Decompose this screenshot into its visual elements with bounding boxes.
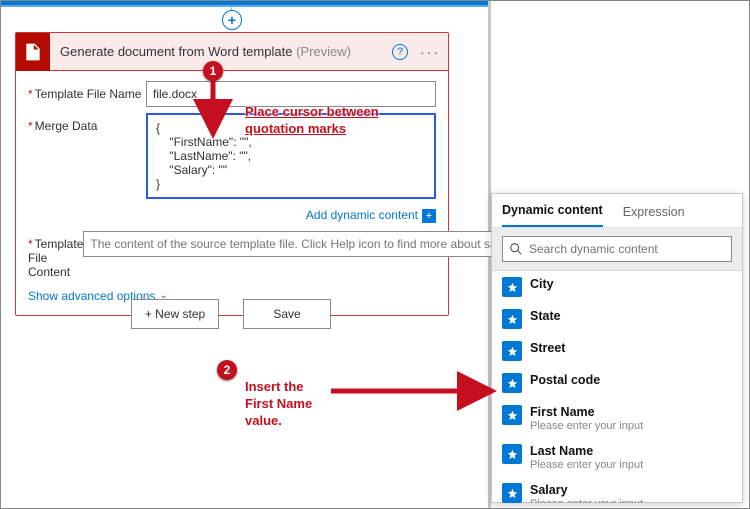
add-dynamic-content-link[interactable]: Add dynamic content [306, 208, 418, 222]
annotation-callout-2: Insert the First Name value. [245, 379, 312, 430]
dynamic-item-first-name[interactable]: First NamePlease enter your input [492, 399, 742, 438]
field-label-template-file-name: *Template File Name [28, 81, 146, 101]
action-card: Generate document from Word template (Pr… [15, 32, 449, 316]
tab-dynamic-content[interactable]: Dynamic content [502, 203, 603, 227]
panel-tab-row: Dynamic content Expression [492, 194, 742, 228]
merge-data-input[interactable] [146, 113, 436, 199]
template-file-name-input[interactable] [146, 81, 436, 107]
dynamic-item-state[interactable]: State [492, 303, 742, 335]
action-title-text: Generate document from Word template [60, 44, 292, 59]
dynamic-item-street[interactable]: Street [492, 335, 742, 367]
top-bar [1, 1, 489, 7]
add-dynamic-plus-icon[interactable]: + [422, 209, 436, 223]
tab-expression[interactable]: Expression [623, 205, 685, 227]
annotation-arrow-2 [331, 381, 501, 401]
add-dynamic-content-row: Add dynamic content + [28, 208, 436, 223]
field-label-merge-data: *Merge Data [28, 113, 146, 133]
action-card-header[interactable]: Generate document from Word template (Pr… [16, 33, 448, 71]
add-step-circle[interactable]: + [222, 10, 242, 30]
search-dynamic-content-wrap[interactable] [502, 236, 732, 262]
dynamic-item-postal-code[interactable]: Postal code [492, 367, 742, 399]
dynamic-content-panel: Dynamic content Expression City State St… [491, 193, 743, 503]
dynamic-item-salary[interactable]: SalaryPlease enter your input [492, 477, 742, 503]
annotation-badge-2: 2 [217, 360, 237, 380]
help-icon[interactable]: ? [392, 44, 408, 60]
token-icon [502, 277, 522, 297]
flow-button-bar: + New step Save [131, 299, 331, 329]
token-icon [502, 341, 522, 361]
search-dynamic-content-input[interactable] [529, 238, 725, 260]
dynamic-item-city[interactable]: City [492, 271, 742, 303]
token-icon [502, 405, 522, 425]
action-card-body: *Template File Name *Merge Data Add dyna… [16, 71, 448, 315]
token-icon [502, 309, 522, 329]
action-preview-tag: (Preview) [296, 44, 351, 59]
template-file-content-input[interactable]: The content of the source template file.… [83, 231, 513, 257]
more-menu-icon[interactable]: ··· [420, 44, 440, 60]
token-icon [502, 444, 522, 464]
dynamic-content-list[interactable]: City State Street Postal code First Name… [492, 271, 742, 503]
action-card-title: Generate document from Word template (Pr… [50, 44, 392, 59]
token-icon [502, 483, 522, 503]
new-step-button[interactable]: + New step [131, 299, 219, 329]
token-icon [502, 373, 522, 393]
field-label-template-file-content: *Template File Content [28, 231, 83, 279]
search-icon [509, 242, 523, 256]
save-button[interactable]: Save [243, 299, 331, 329]
dynamic-item-last-name[interactable]: Last NamePlease enter your input [492, 438, 742, 477]
adobe-pdf-icon [16, 33, 50, 71]
